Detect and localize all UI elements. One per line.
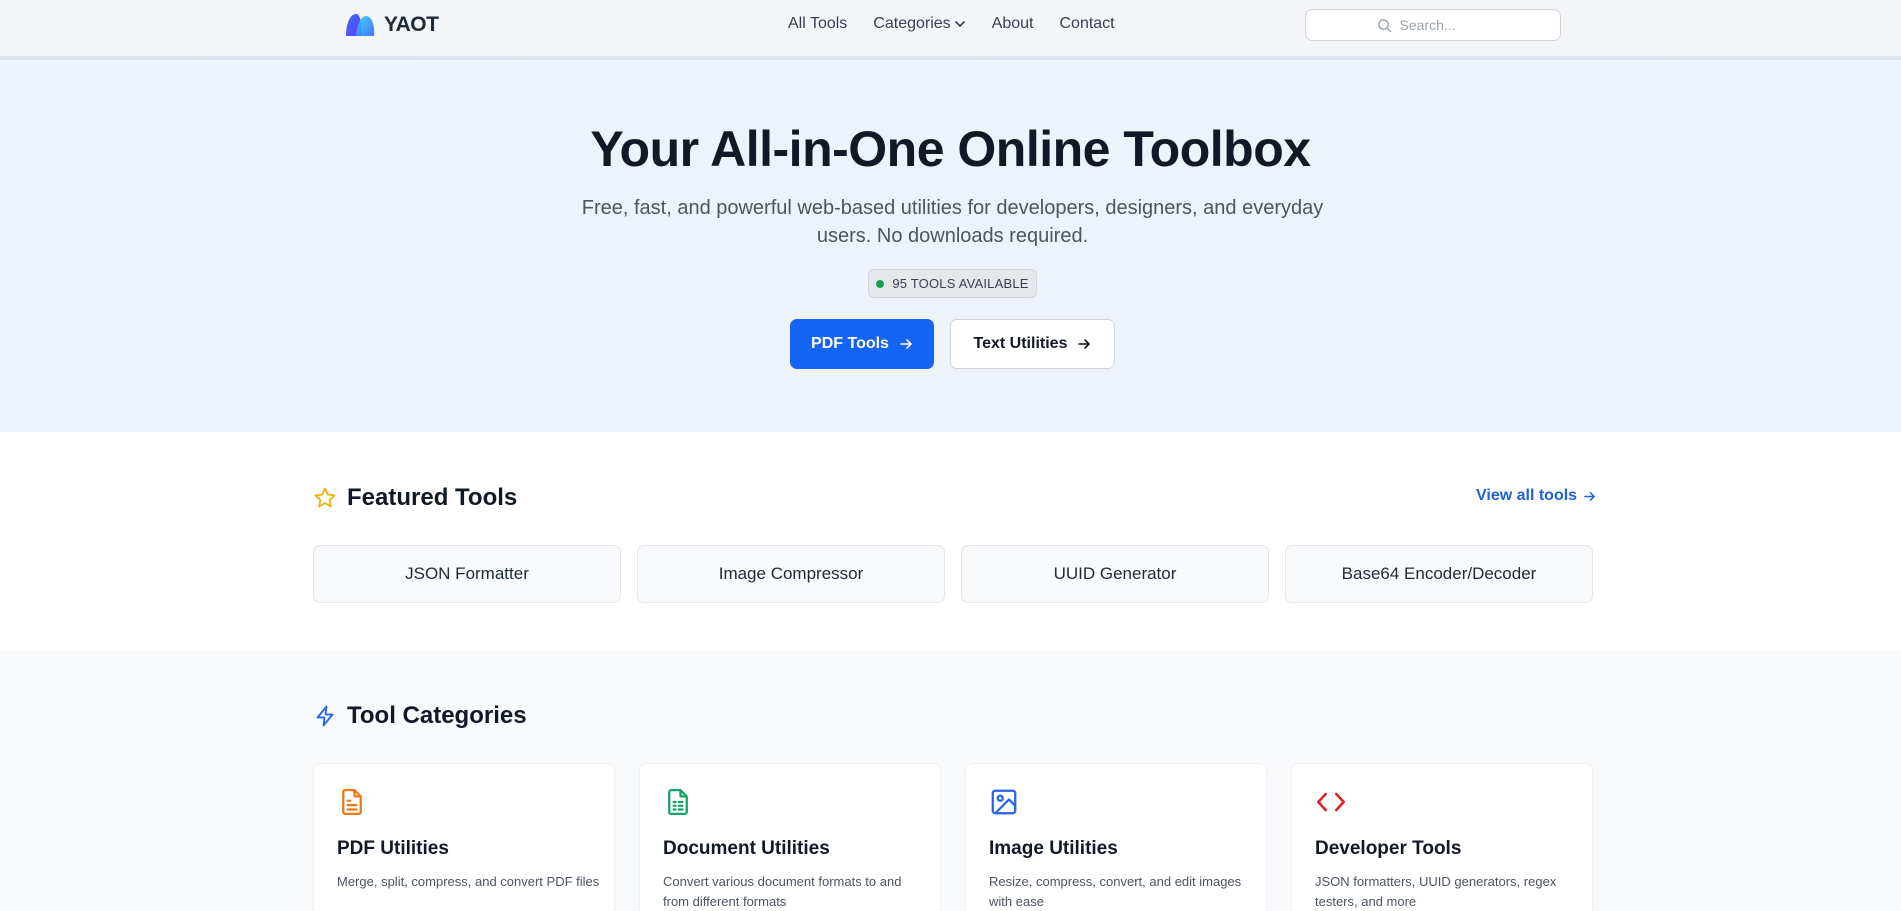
- nav-all-tools-label: All Tools: [788, 15, 848, 32]
- main-nav: All Tools Categories About Contact: [788, 15, 1115, 33]
- tools-count-badge: 95 TOOLS AVAILABLE: [868, 269, 1037, 298]
- featured-tool-label: Image Compressor: [718, 564, 864, 583]
- category-description: Resize, compress, convert, and edit imag…: [989, 874, 1242, 909]
- nav-contact-label: Contact: [1059, 15, 1115, 32]
- category-description: Merge, split, compress, and convert PDF …: [337, 874, 600, 889]
- featured-tools-section: Featured Tools View all tools JSON Forma…: [0, 432, 1901, 650]
- file-spreadsheet-icon: [668, 789, 688, 815]
- view-all-tools-link[interactable]: View all tools: [1476, 487, 1596, 505]
- category-title: PDF Utilities: [337, 838, 449, 859]
- hero-subtitle: Free, fast, and powerful web-based utili…: [581, 197, 1324, 247]
- status-dot-icon: [876, 279, 885, 288]
- nav-categories[interactable]: Categories: [873, 15, 965, 33]
- tool-categories-section: Tool Categories PDF Utilities Merge, spl…: [0, 650, 1901, 911]
- featured-tools-heading: Featured Tools: [313, 484, 517, 512]
- text-utilities-button-label: Text Utilities: [973, 335, 1068, 352]
- category-card-pdf[interactable]: PDF Utilities Merge, split, compress, an…: [313, 763, 615, 911]
- featured-tool-card[interactable]: UUID Generator: [961, 545, 1269, 603]
- nav-about-label: About: [991, 15, 1034, 32]
- nav-about[interactable]: About: [992, 15, 1034, 33]
- featured-tool-label: Base64 Encoder/Decoder: [1341, 564, 1537, 583]
- category-card-developer[interactable]: Developer Tools JSON formatters, UUID ge…: [1291, 763, 1593, 911]
- code-icon: [1317, 792, 1345, 812]
- arrow-right-icon: [1584, 491, 1595, 501]
- featured-tools-title: Featured Tools: [347, 484, 518, 511]
- text-utilities-button[interactable]: Text Utilities: [950, 319, 1115, 369]
- nav-contact[interactable]: Contact: [1059, 15, 1114, 33]
- logo-icon: [346, 14, 375, 36]
- top-header: YAOT All Tools Categories About Contact: [0, 0, 1901, 60]
- category-description: Convert various document formats to and …: [663, 874, 902, 909]
- file-text-icon: [342, 789, 362, 815]
- featured-tool-card[interactable]: JSON Formatter: [313, 545, 621, 603]
- pdf-tools-button-label: PDF Tools: [811, 335, 889, 352]
- hero-section: Your All-in-One Online Toolbox Free, fas…: [0, 60, 1901, 432]
- logo-text: YAOT: [384, 13, 439, 36]
- image-icon: [991, 789, 1017, 815]
- view-all-tools-label: View all tools: [1476, 487, 1578, 504]
- nav-all-tools[interactable]: All Tools: [788, 15, 847, 33]
- tool-categories-title: Tool Categories: [347, 702, 527, 729]
- tool-categories-heading: Tool Categories: [313, 702, 527, 730]
- search-input[interactable]: [1399, 17, 1490, 33]
- tools-count-label: 95 TOOLS AVAILABLE: [892, 276, 1029, 291]
- arrow-right-icon: [900, 339, 912, 349]
- category-title: Developer Tools: [1315, 838, 1462, 859]
- featured-tool-label: JSON Formatter: [405, 564, 529, 583]
- logo[interactable]: YAOT: [344, 12, 439, 38]
- category-title: Document Utilities: [663, 838, 830, 859]
- pdf-tools-button[interactable]: PDF Tools: [790, 319, 934, 369]
- featured-tool-card[interactable]: Base64 Encoder/Decoder: [1285, 545, 1593, 603]
- featured-tool-card[interactable]: Image Compressor: [637, 545, 945, 603]
- star-icon: [314, 487, 336, 508]
- hero-title: Your All-in-One Online Toolbox: [590, 121, 1311, 177]
- nav-categories-label: Categories: [873, 15, 951, 32]
- search-box[interactable]: [1305, 9, 1561, 41]
- chevron-down-icon: [954, 21, 965, 27]
- category-card-document[interactable]: Document Utilities Convert various docum…: [639, 763, 941, 911]
- category-title: Image Utilities: [989, 838, 1118, 859]
- category-description: JSON formatters, UUID generators, regex …: [1315, 874, 1557, 909]
- category-card-image[interactable]: Image Utilities Resize, compress, conver…: [965, 763, 1267, 911]
- bolt-icon: [316, 705, 334, 727]
- search-icon: [1377, 18, 1391, 32]
- featured-tool-label: UUID Generator: [1053, 564, 1177, 583]
- arrow-right-icon: [1078, 339, 1091, 349]
